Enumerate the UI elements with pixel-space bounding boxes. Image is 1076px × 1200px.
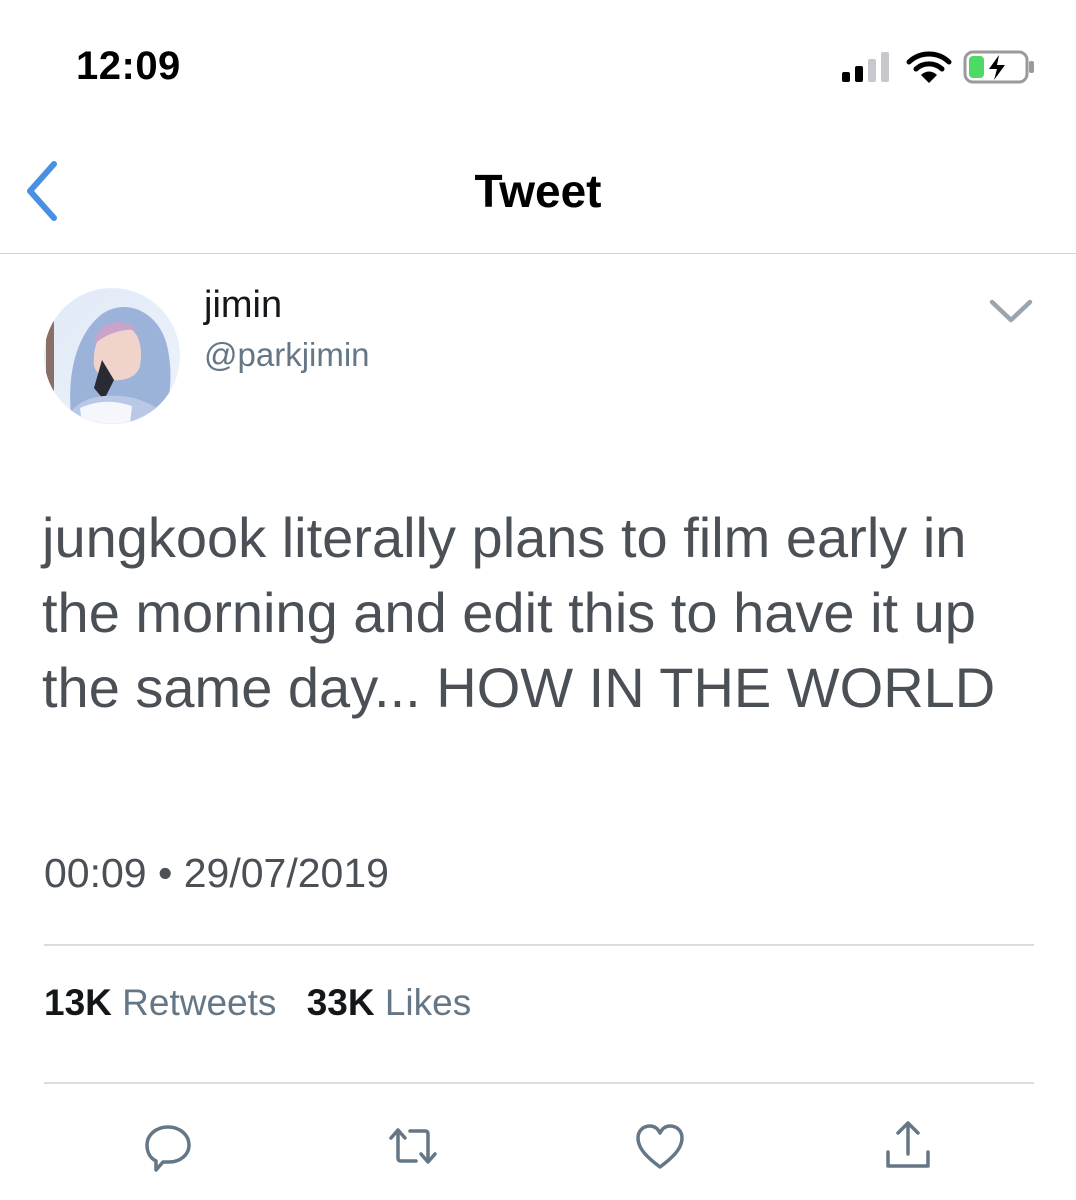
signal-bars-icon [842,52,889,82]
navigation-bar: Tweet [0,130,1076,254]
battery-charging-icon [963,50,1034,84]
chevron-down-icon [989,299,1033,323]
status-time: 12:09 [76,44,181,88]
share-icon [886,1121,930,1168]
avatar[interactable] [44,288,180,424]
status-bar: 12:09 [0,0,1076,130]
page-title: Tweet [474,165,602,217]
likes-count: 33K [306,982,375,1023]
retweets-label: Retweets [122,982,277,1023]
reply-button[interactable] [140,1118,196,1174]
retweets-stat[interactable]: 13K Retweets [44,982,276,1024]
author-display-name[interactable]: jimin [204,284,282,327]
share-button[interactable] [880,1118,936,1174]
tweet-menu-button[interactable] [988,294,1034,328]
reply-icon [145,1125,191,1172]
tweet-timestamp: 00:09 • 29/07/2019 [44,850,389,896]
tweet-text: jungkook literally plans to film early i… [42,506,996,719]
author-handle[interactable]: @parkjimin [204,336,370,374]
divider [44,944,1034,946]
like-button[interactable] [632,1118,688,1174]
retweet-button[interactable] [385,1118,441,1174]
wifi-icon [906,51,952,83]
retweet-icon [389,1128,437,1164]
tweet-stats: 13K Retweets 33K Likes [44,982,491,1024]
avatar-photo [44,288,180,424]
retweets-count: 13K [44,982,112,1023]
likes-stat[interactable]: 33K Likes [307,982,472,1024]
likes-label: Likes [384,982,472,1023]
divider [44,1082,1034,1084]
like-icon [636,1124,684,1169]
